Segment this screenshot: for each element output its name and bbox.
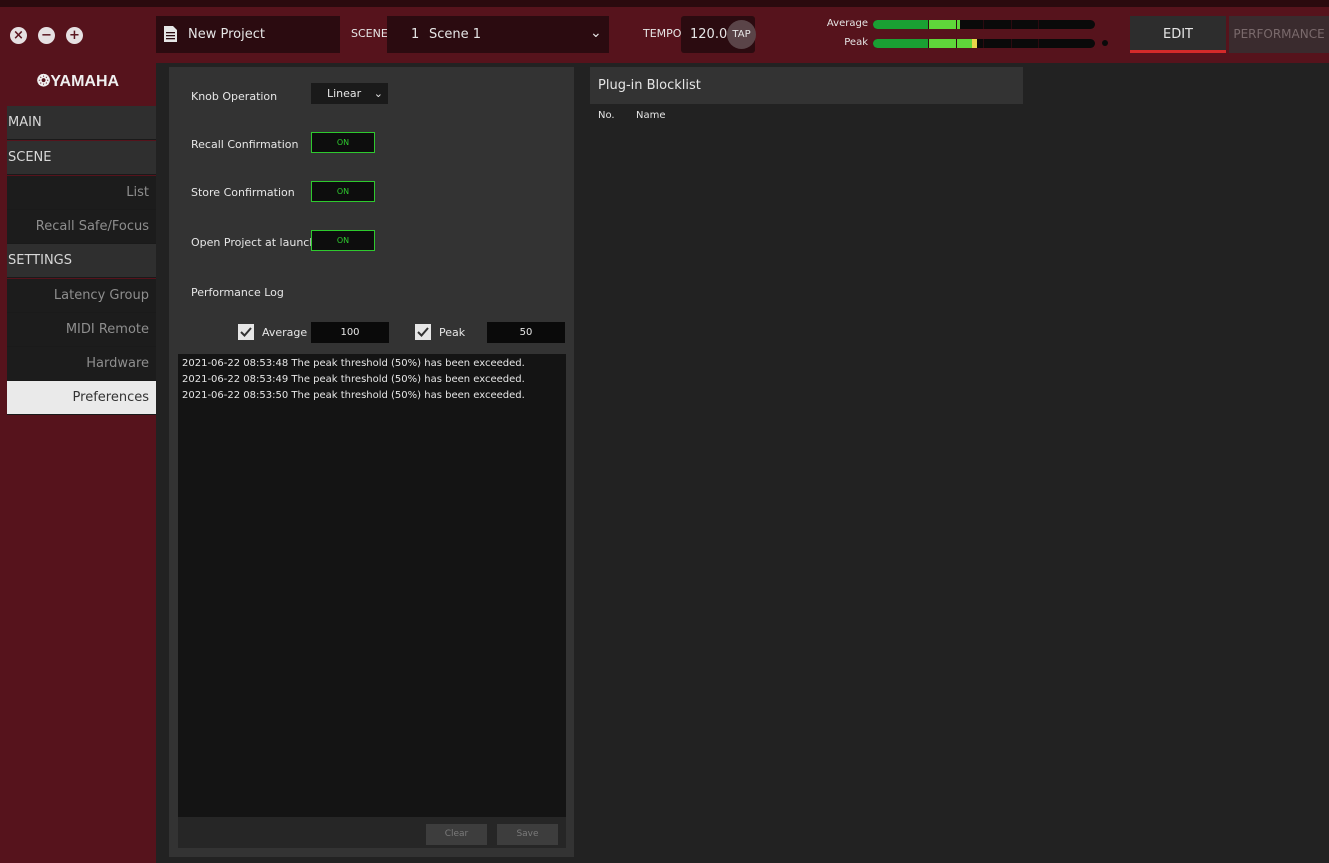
knob-operation-value: Linear [327, 87, 362, 100]
performance-log-area[interactable]: 2021-06-22 08:53:48 The peak threshold (… [178, 354, 566, 817]
yamaha-logo: ❂YAMAHA [36, 73, 120, 90]
meter-peak [873, 39, 1095, 48]
sidebar-item-recall-safe-focus[interactable]: Recall Safe/Focus [7, 210, 156, 244]
tap-button[interactable]: TAP [727, 20, 756, 49]
meter-average [873, 20, 1095, 29]
peak-threshold-input[interactable]: 50 [487, 322, 565, 343]
blocklist-col-name: Name [636, 110, 666, 121]
recall-confirmation-label: Recall Confirmation [191, 138, 299, 151]
blocklist-col-no: No. [598, 110, 615, 121]
scene-number: 1 [411, 27, 420, 42]
sidebar-item-midi-remote[interactable]: MIDI Remote [7, 313, 156, 347]
chevron-down-icon: ⌄ [373, 87, 383, 100]
meter-peak-label: Peak [844, 37, 868, 48]
store-confirmation-label: Store Confirmation [191, 186, 295, 199]
open-project-toggle[interactable]: ON [311, 230, 375, 251]
tab-edit[interactable]: EDIT [1130, 16, 1226, 53]
project-name-box[interactable]: New Project [156, 16, 340, 53]
sidebar-item-settings[interactable]: SETTINGS [7, 244, 156, 278]
document-icon [164, 26, 177, 42]
blocklist-title: Plug-in Blocklist [598, 78, 701, 93]
performance-log-label: Performance Log [191, 286, 284, 299]
maximize-icon[interactable]: + [66, 27, 83, 44]
chevron-down-icon: ⌄ [590, 25, 602, 41]
meter-average-fill [873, 20, 960, 29]
tempo-label: TEMPO [643, 27, 682, 40]
peak-label: Peak [439, 326, 466, 339]
average-checkbox[interactable] [238, 324, 254, 340]
knob-operation-label: Knob Operation [191, 90, 278, 103]
project-name: New Project [188, 27, 265, 42]
scene-select[interactable]: 1 Scene 1 ⌄ [387, 16, 609, 53]
knob-operation-select[interactable]: Linear ⌄ [311, 83, 388, 104]
app-window: × − + New Project SCENE 1 Scene 1 ⌄ TEMP… [0, 0, 1329, 863]
save-button[interactable]: Save [497, 824, 558, 845]
top-bar: × − + New Project SCENE 1 Scene 1 ⌄ TEMP… [0, 0, 1329, 63]
tempo-value: 120.0 [690, 27, 728, 42]
checkmark-icon [417, 327, 429, 337]
recall-confirmation-toggle[interactable]: ON [311, 132, 375, 153]
log-line: 2021-06-22 08:53:49 The peak threshold (… [182, 374, 525, 385]
log-line: 2021-06-22 08:53:48 The peak threshold (… [182, 358, 525, 369]
close-icon[interactable]: × [10, 27, 27, 44]
sidebar-item-main[interactable]: MAIN [7, 106, 156, 140]
meter-peak-fill [873, 39, 977, 48]
sidebar-item-preferences[interactable]: Preferences [7, 381, 156, 415]
peak-checkbox[interactable] [415, 324, 431, 340]
clear-button[interactable]: Clear [426, 824, 487, 845]
sidebar-item-latency-group[interactable]: Latency Group [7, 279, 156, 313]
blocklist-header: Plug-in Blocklist [590, 67, 1023, 104]
sidebar-item-list[interactable]: List [7, 176, 156, 210]
scene-name: Scene 1 [429, 27, 482, 42]
sidebar-item-hardware[interactable]: Hardware [7, 347, 156, 381]
meter-average-label: Average [826, 18, 868, 29]
average-threshold-input[interactable]: 100 [311, 322, 389, 343]
log-line: 2021-06-22 08:53:50 The peak threshold (… [182, 390, 525, 401]
checkmark-icon [240, 327, 252, 337]
tab-performance[interactable]: PERFORMANCE [1229, 16, 1329, 53]
peak-hold-indicator [1102, 40, 1108, 46]
average-label: Average [262, 326, 308, 339]
scene-label: SCENE [351, 27, 388, 40]
title-strip [0, 0, 1329, 7]
sidebar-item-scene[interactable]: SCENE [7, 141, 156, 175]
open-project-label: Open Project at launch [191, 236, 317, 249]
minimize-icon[interactable]: − [38, 27, 55, 44]
store-confirmation-toggle[interactable]: ON [311, 181, 375, 202]
